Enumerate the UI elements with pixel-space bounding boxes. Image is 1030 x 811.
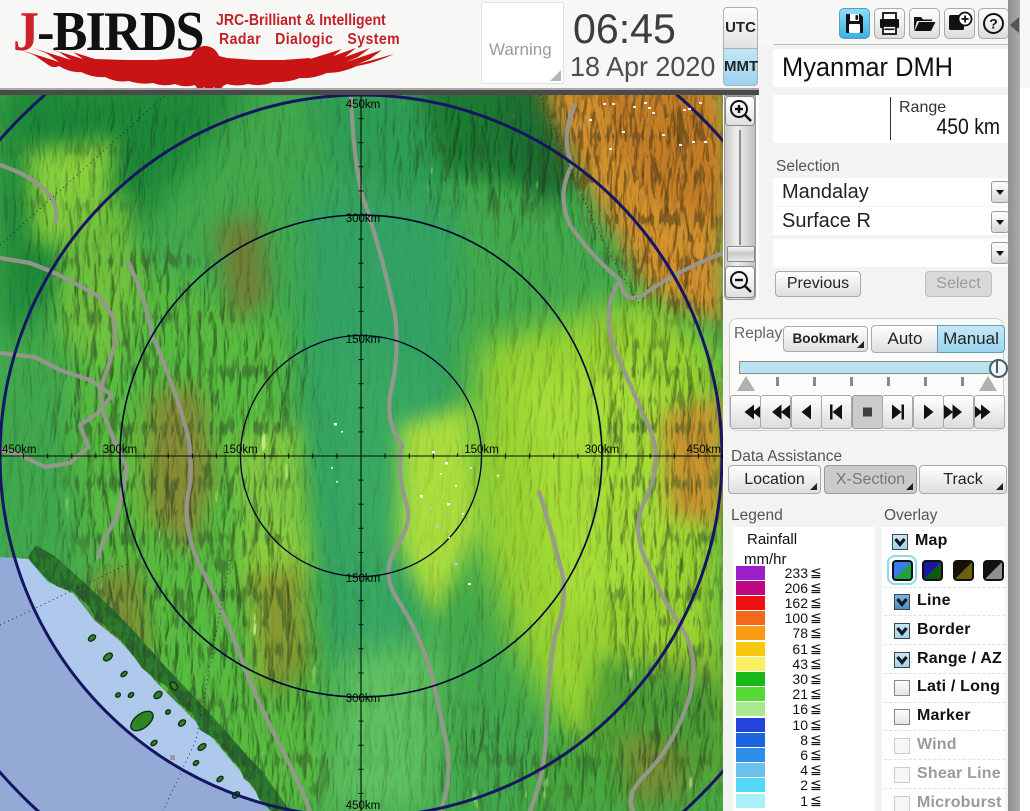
svg-text:150km: 150km: [346, 573, 381, 585]
svg-text:450km: 450km: [2, 444, 37, 456]
svg-text:?: ?: [989, 16, 998, 32]
svg-text:150km: 150km: [464, 444, 499, 456]
svg-text:450km: 450km: [346, 800, 381, 811]
svg-text:300km: 300km: [346, 213, 381, 225]
svg-text:150km: 150km: [346, 334, 381, 346]
svg-text:450km: 450km: [686, 444, 721, 456]
svg-text:300km: 300km: [103, 444, 138, 456]
svg-text:300km: 300km: [346, 693, 381, 705]
svg-text:150km: 150km: [223, 444, 258, 456]
svg-text:450km: 450km: [346, 99, 381, 111]
svg-text:300km: 300km: [585, 444, 620, 456]
